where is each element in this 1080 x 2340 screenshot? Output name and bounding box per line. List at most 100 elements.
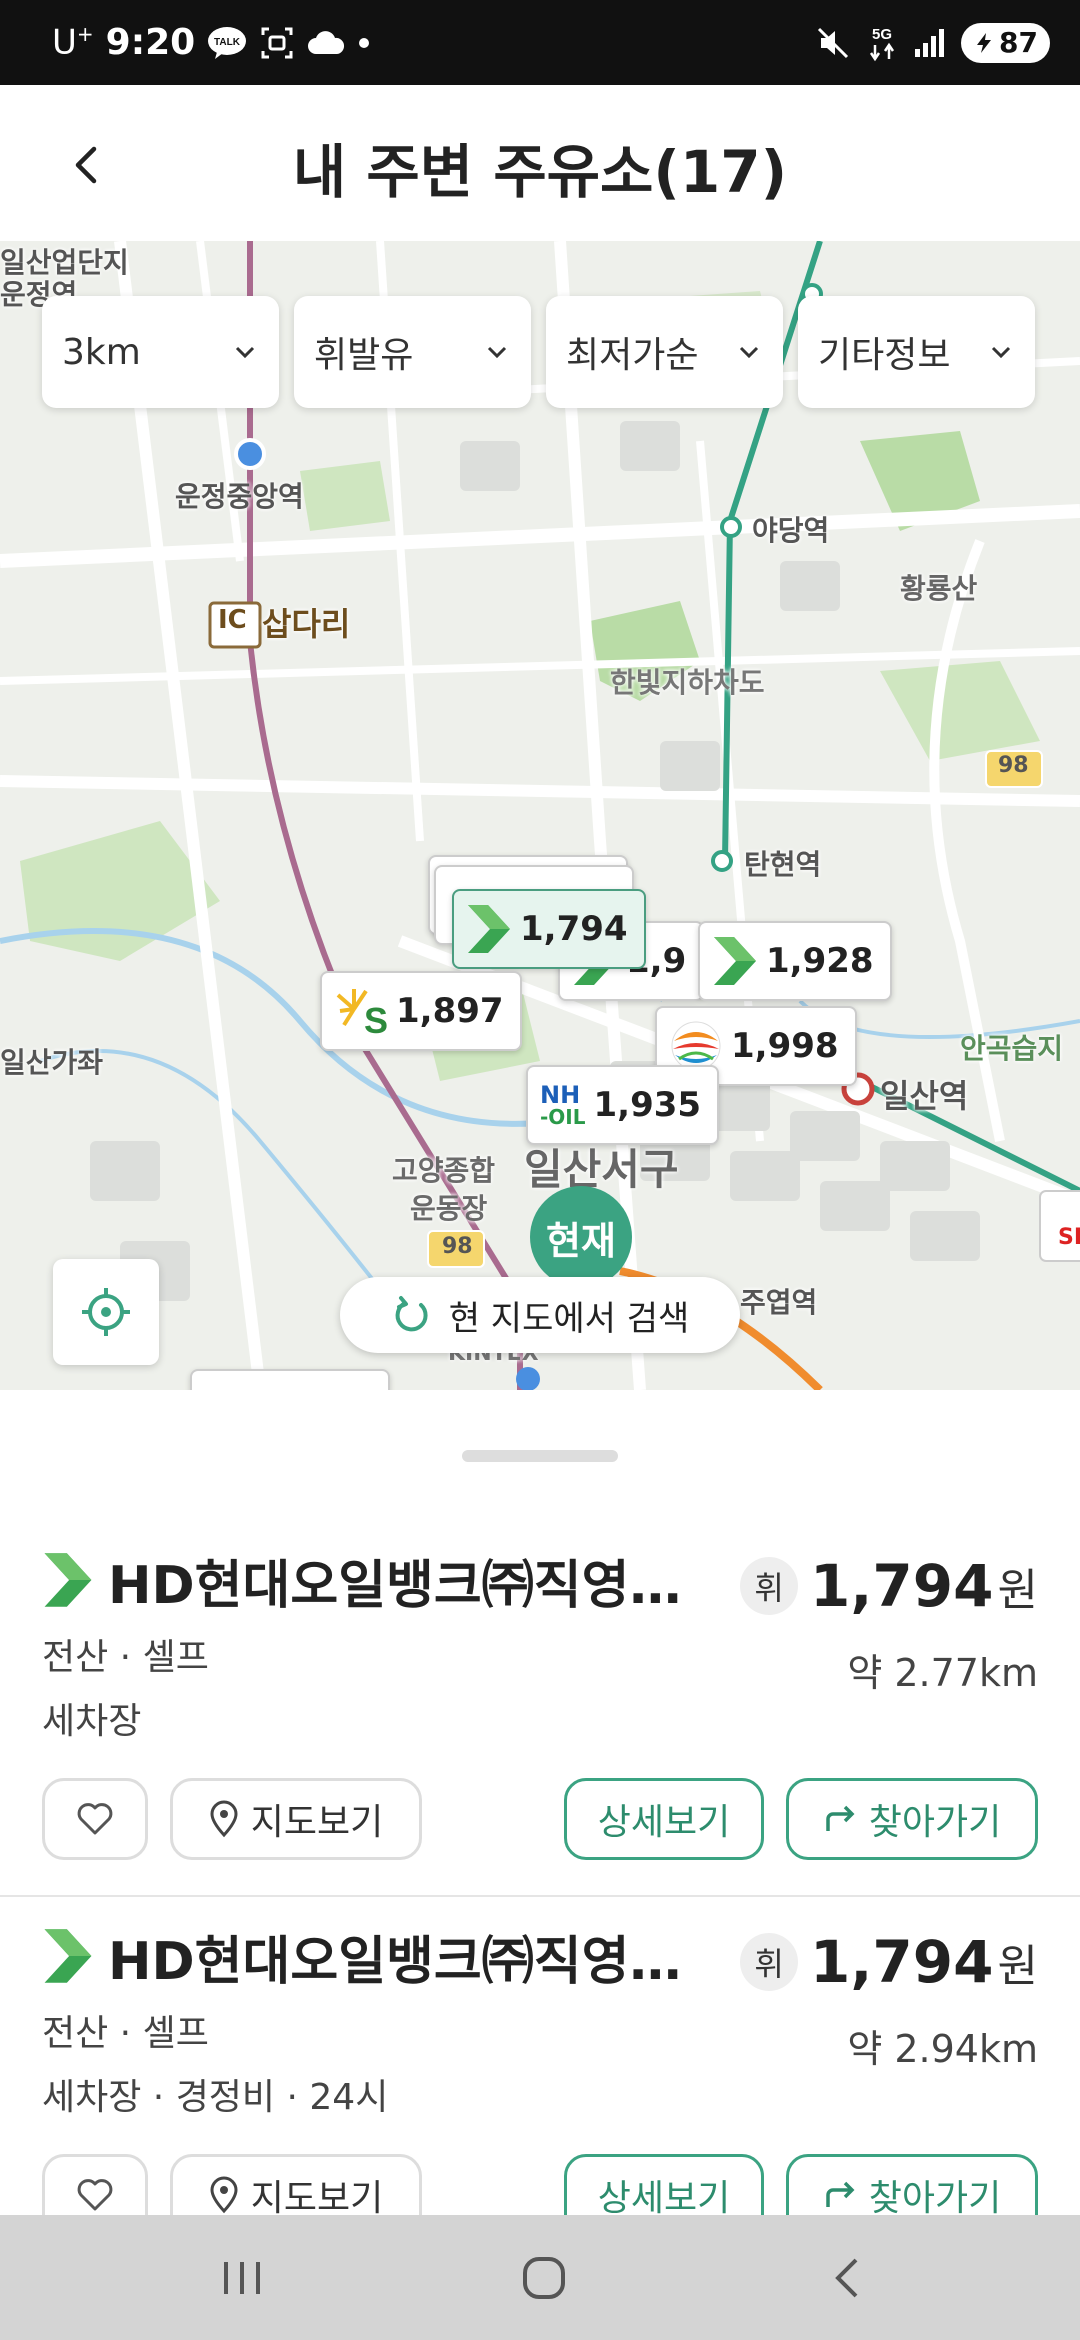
view-map-label: 지도보기 — [250, 1802, 384, 1843]
kakaotalk-icon: TALK — [207, 26, 247, 60]
filter-etc[interactable]: 기타정보 — [798, 296, 1035, 408]
view-map-button[interactable]: 지도보기 — [170, 2154, 422, 2215]
map-view[interactable]: 일산업단지 운정역 운정중앙역 야당역 황룡산 IC 삽다리 한빛지하차도 98… — [0, 241, 1080, 1390]
map-label-goyang-2: 운동장 — [410, 1192, 488, 1225]
filter-fuel-type-label: 휘발유 — [314, 335, 414, 376]
station-name-text: HD현대오일뱅크㈜직영… — [108, 1555, 682, 1616]
home-button[interactable] — [484, 2215, 604, 2340]
map-label-ilsan-station: 일산역 — [880, 1077, 969, 1115]
station-marker-selected[interactable]: 1,794 — [452, 889, 646, 969]
details-button[interactable]: 상세보기 — [564, 1778, 764, 1860]
map-label-hanbit: 한빛지하차도 — [610, 666, 765, 699]
cloud-icon — [307, 30, 345, 56]
station-distance: 약 2.94km — [847, 2027, 1038, 2071]
price-row: 휘 1,794 원 — [740, 1928, 1038, 1996]
fuel-type-badge: 휘 — [740, 1933, 799, 1991]
chevron-down-icon — [235, 346, 255, 359]
network-5g-icon: 5G — [865, 23, 899, 63]
map-label-woonjeong: 운정중앙역 — [175, 480, 304, 513]
station-price: 1,794 — [810, 1928, 994, 1996]
station-marker[interactable]: 1,928 — [698, 921, 892, 1001]
recent-apps-icon — [224, 2261, 260, 2294]
location-pin-icon — [210, 2176, 238, 2214]
map-label-sangajwa: 일산가좌 — [0, 1046, 104, 1079]
system-back-button[interactable] — [786, 2215, 906, 2340]
station-type: 전산 · 셀프 — [42, 2013, 209, 2054]
station-card[interactable]: HD현대오일뱅크㈜직영… 전산 · 셀프 세차장 휘 1,794 원 약 2.7… — [0, 1542, 1080, 1917]
details-label: 상세보기 — [597, 2178, 731, 2215]
navigate-button[interactable]: 찾아가기 — [786, 1778, 1038, 1860]
station-price: 1,794 — [810, 1552, 994, 1620]
map-label-hwangryongsan: 황룡산 — [900, 572, 978, 605]
filter-fuel-type[interactable]: 휘발유 — [294, 296, 531, 408]
battery-indicator: 87 — [961, 22, 1050, 63]
map-label-route-98: 98 — [998, 753, 1029, 778]
station-list-sheet[interactable]: HD현대오일뱅크㈜직영… 전산 · 셀프 세차장 휘 1,794 원 약 2.7… — [0, 1390, 1080, 2215]
station-card[interactable]: HD현대오일뱅크㈜직영… 전산 · 셀프 세차장 · 경정비 · 24시 휘 1… — [0, 1918, 1080, 2215]
navigate-label: 찾아가기 — [868, 2178, 1002, 2215]
filter-etc-label: 기타정보 — [818, 335, 951, 376]
marker-price: 1,928 — [766, 941, 874, 981]
map-label-yadang: 야당역 — [752, 514, 830, 547]
station-name-text: HD현대오일뱅크㈜직영… — [108, 1931, 682, 1992]
turn-right-arrow-icon — [826, 1805, 855, 1831]
status-bar: U+ 9:20 TALK 5G 87 — [0, 0, 1080, 85]
chevron-down-icon — [487, 346, 507, 359]
map-label-tanhyeon: 탄현역 — [744, 848, 822, 881]
price-row: 휘 1,794 원 — [740, 1552, 1038, 1620]
sheet-drag-handle[interactable] — [462, 1450, 618, 1462]
station-amenities: 세차장 — [42, 1701, 142, 1742]
map-label-ilsanseo: 일산서구 — [524, 1145, 679, 1194]
s-oil-logo-icon: S — [336, 989, 388, 1037]
carrier-text: U — [52, 22, 77, 63]
map-label-sk: SK — [1058, 1225, 1080, 1250]
search-this-area-button[interactable]: 현 지도에서 검색 — [340, 1277, 740, 1353]
svg-text:S: S — [364, 1000, 388, 1037]
recent-apps-button[interactable] — [182, 2215, 302, 2340]
favorite-button[interactable] — [42, 1778, 148, 1860]
details-button[interactable]: 상세보기 — [564, 2154, 764, 2215]
station-marker-partial[interactable] — [190, 1369, 390, 1390]
chevron-down-icon — [739, 346, 759, 359]
turn-right-arrow-icon — [826, 2181, 855, 2207]
charging-icon — [977, 32, 992, 53]
hd-hyundai-logo-icon — [468, 905, 510, 953]
marker-price: 1,897 — [396, 991, 504, 1031]
marker-price: 1,998 — [731, 1026, 839, 1066]
heart-icon — [77, 1803, 113, 1835]
fuel-type-badge: 휘 — [740, 1557, 799, 1615]
carrier: U+ — [52, 22, 94, 62]
marker-price: 1,794 — [520, 909, 628, 949]
chevron-down-icon — [991, 346, 1011, 359]
current-location-pin: 현재 — [530, 1186, 632, 1288]
navigate-button[interactable]: 찾아가기 — [786, 2154, 1038, 2215]
refresh-icon — [395, 1296, 428, 1332]
station-amenities: 세차장 · 경정비 · 24시 — [42, 2077, 389, 2118]
filter-sort-label: 최저가순 — [566, 335, 699, 376]
talk-badge-text: TALK — [214, 37, 241, 48]
my-location-button[interactable] — [53, 1259, 159, 1365]
station-name: HD현대오일뱅크㈜직영… — [42, 1542, 702, 1618]
heart-icon — [77, 2179, 113, 2211]
home-icon — [523, 2256, 565, 2299]
station-marker[interactable]: NH -OIL 1,935 — [526, 1065, 720, 1145]
status-right: 5G 87 — [815, 0, 1050, 85]
price-unit: 원 — [997, 1565, 1038, 1616]
details-label: 상세보기 — [597, 1802, 731, 1843]
filter-distance[interactable]: 3km — [42, 296, 279, 408]
screenshot-icon — [259, 25, 295, 61]
network-text: 5G — [872, 26, 892, 43]
system-nav-bar — [0, 2215, 1080, 2340]
map-label-juyeop: 주엽역 — [740, 1286, 818, 1319]
view-map-button[interactable]: 지도보기 — [170, 1778, 422, 1860]
filter-sort[interactable]: 최저가순 — [546, 296, 783, 408]
hd-hyundai-logo-icon — [714, 937, 756, 985]
map-label-goyang-1: 고양종합 — [392, 1154, 496, 1187]
favorite-button[interactable] — [42, 2154, 148, 2215]
filter-distance-label: 3km — [62, 331, 141, 373]
battery-level: 87 — [999, 26, 1038, 59]
navigate-label: 찾아가기 — [868, 1802, 1002, 1843]
station-marker[interactable]: S 1,897 — [320, 971, 522, 1051]
carrier-plus: + — [76, 22, 94, 47]
map-label-angok: 안곡습지 — [960, 1032, 1064, 1065]
